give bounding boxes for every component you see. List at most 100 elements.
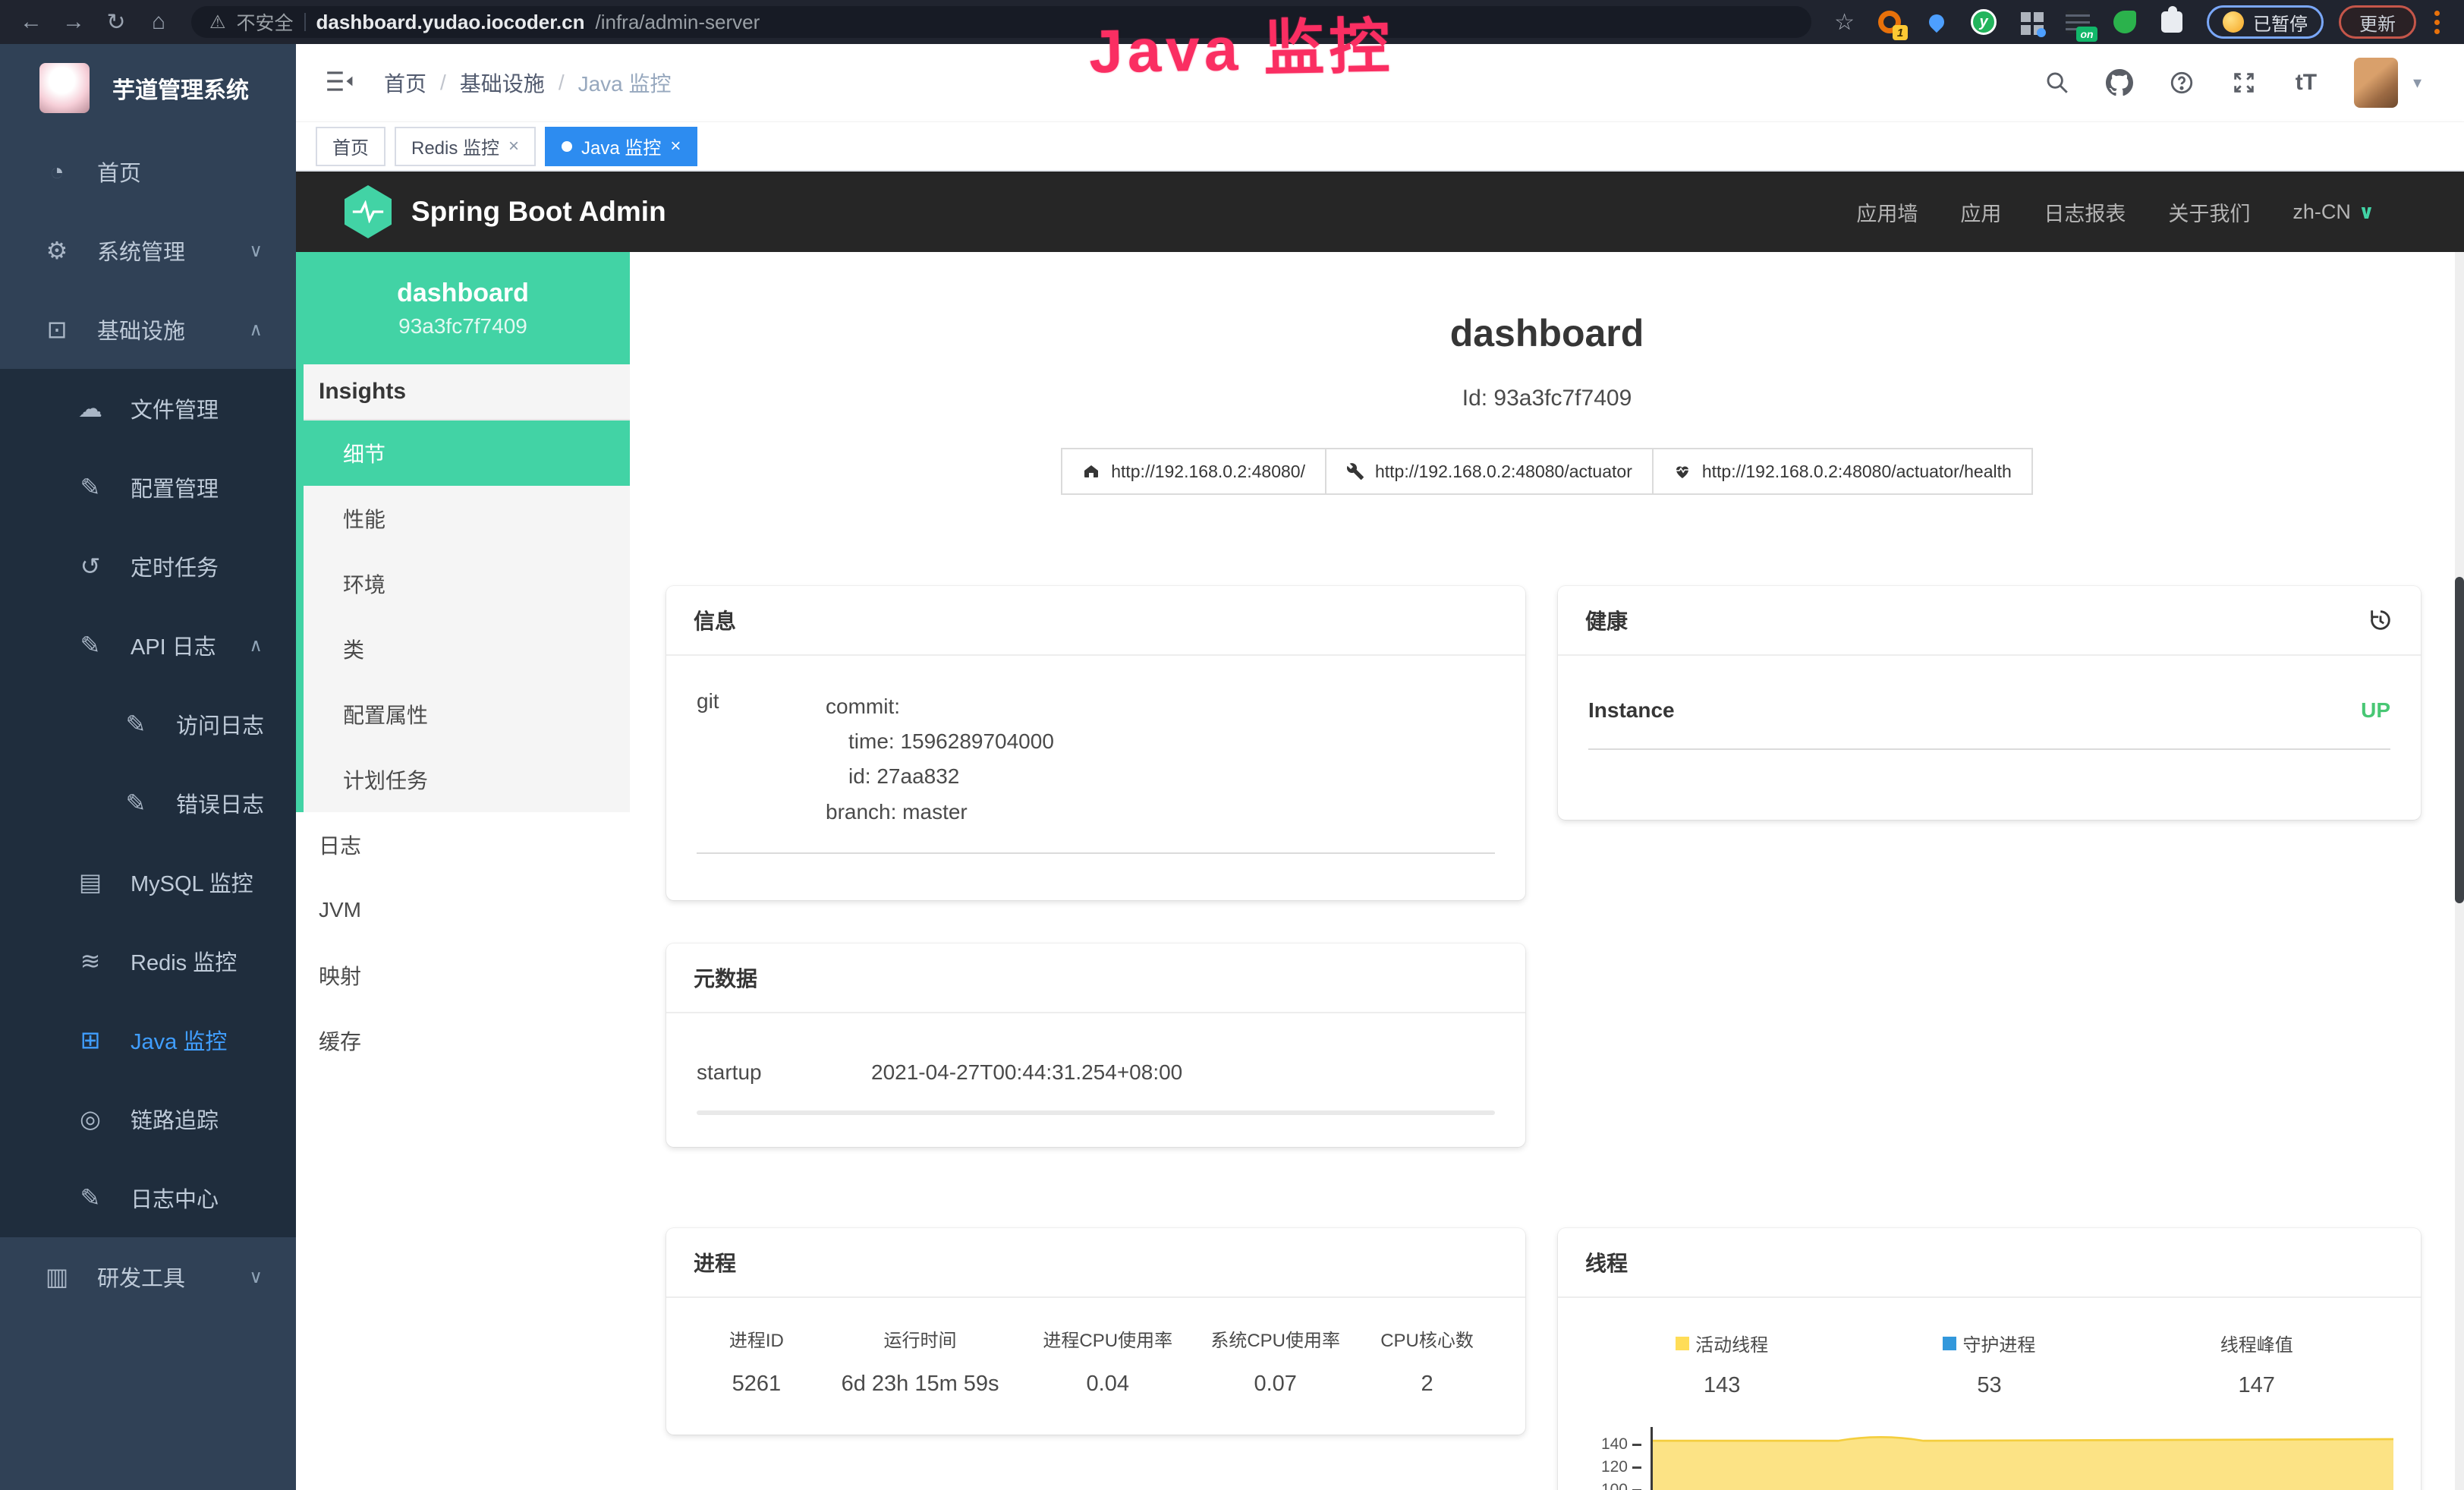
sidebar-item-home[interactable]: ◔ 首页 (0, 132, 296, 211)
sidebar-item-infra[interactable]: ⊡ 基础设施 ∧ (0, 290, 296, 369)
sidebar-item-tracing[interactable]: ◎ 链路追踪 (0, 1079, 296, 1158)
tab-redis-monitor[interactable]: Redis 监控 × (395, 127, 536, 166)
monitor-icon: ⊡ (42, 315, 71, 344)
wrench-icon (1346, 462, 1364, 480)
menu-item-classes[interactable]: 类 (304, 616, 630, 682)
extension-refresh-icon[interactable]: 1 (1876, 8, 1903, 36)
threads-card-body: 活动线程 143 守护进程 53 线程峰值 147 (1558, 1298, 2421, 1398)
page-scrollbar-track[interactable] (2455, 252, 2464, 1490)
history-refresh-icon[interactable] (2368, 607, 2393, 633)
close-icon[interactable]: × (670, 136, 681, 157)
health-url-button[interactable]: http://192.168.0.2:48080/actuator/health (1652, 448, 2033, 495)
instance-header[interactable]: dashboard 93a3fc7f7409 (296, 252, 630, 364)
spring-boot-admin-logo[interactable] (345, 185, 392, 238)
sidebar-item-api-log[interactable]: ✎ API 日志 ∧ (0, 606, 296, 685)
menu-item-logs[interactable]: 日志 (296, 812, 630, 877)
menu-item-scheduled-tasks[interactable]: 计划任务 (304, 747, 630, 812)
process-card: 进程 进程ID 运行时间 进程CPU使用率 系统CPU使用率 CPU核心数 52… (666, 1228, 1525, 1435)
breadcrumb-home[interactable]: 首页 (384, 68, 426, 98)
address-bar[interactable]: ⚠ 不安全 dashboard.yudao.iocoder.cn /infra/… (191, 6, 1811, 38)
page-scrollbar-thumb[interactable] (2455, 577, 2464, 903)
menu-item-mappings[interactable]: 映射 (296, 943, 630, 1008)
menu-item-details[interactable]: 细节 (304, 421, 630, 486)
live-threads-stat: 活动线程 143 (1588, 1330, 1855, 1398)
app-logo-image (39, 63, 90, 113)
browser-menu-icon[interactable] (2434, 11, 2440, 34)
sidebar-item-label: Java 监控 (131, 1024, 227, 1056)
user-menu-caret-icon[interactable]: ▾ (2413, 73, 2422, 93)
sidebar-item-label: 定时任务 (131, 550, 219, 582)
sidebar-item-file-manage[interactable]: ☁ 文件管理 (0, 369, 296, 448)
extension-switch-icon[interactable]: on (2064, 8, 2091, 36)
val-system-cpu: 0.07 (1191, 1372, 1359, 1397)
insights-section-title: Insights (304, 364, 630, 421)
app-logo-row[interactable]: 芋道管理系统 (0, 44, 296, 132)
java-monitor-icon: ⊞ (76, 1025, 105, 1054)
back-icon[interactable]: ← (14, 9, 49, 35)
sba-body: dashboard 93a3fc7f7409 Insights 细节 性能 环境… (296, 252, 2464, 1490)
extension-grid-icon[interactable] (2017, 8, 2044, 36)
health-instance-row[interactable]: Instance UP (1588, 698, 2390, 750)
process-card-title: 进程 (694, 1247, 736, 1277)
live-threads-value: 143 (1588, 1373, 1855, 1398)
github-icon[interactable] (2105, 68, 2134, 97)
bookmark-star-icon[interactable]: ☆ (1834, 9, 1855, 36)
extension-leaf-icon[interactable] (2111, 8, 2138, 36)
instance-id: 93a3fc7f7409 (398, 314, 527, 339)
edit-icon: ✎ (76, 473, 105, 502)
paused-label: 已暂停 (2253, 9, 2308, 36)
tab-java-monitor[interactable]: Java 监控 × (545, 127, 697, 166)
reload-icon[interactable]: ↻ (99, 9, 134, 36)
chrome-update-button[interactable]: 更新 (2339, 5, 2416, 39)
sidebar-item-access-log[interactable]: ✎ 访问日志 (0, 685, 296, 764)
y-tick-120: 120 (1591, 1458, 1641, 1476)
close-icon[interactable]: × (508, 136, 519, 157)
menu-item-caches[interactable]: 缓存 (296, 1008, 630, 1073)
sidebar-item-system[interactable]: ⚙ 系统管理 ∨ (0, 211, 296, 290)
chevron-down-icon: ∨ (249, 1266, 263, 1288)
breadcrumb-separator: / (440, 71, 446, 95)
menu-item-metrics[interactable]: 性能 (304, 486, 630, 551)
health-card: 健康 Instance UP (1558, 586, 2421, 820)
metadata-card-header: 元数据 (666, 943, 1525, 1013)
search-icon[interactable] (2043, 68, 2072, 97)
forward-icon[interactable]: → (56, 9, 91, 35)
font-size-icon[interactable]: tT (2292, 68, 2321, 97)
sidebar-item-dev-tools[interactable]: ▥ 研发工具 ∨ (0, 1237, 296, 1316)
breadcrumb-current: Java 监控 (578, 68, 672, 98)
service-url-button[interactable]: http://192.168.0.2:48080/ (1061, 448, 1326, 495)
home-icon[interactable]: ⌂ (141, 9, 176, 35)
live-threads-label: 活动线程 (1695, 1330, 1768, 1356)
extension-y-icon[interactable]: y (1970, 8, 1997, 36)
tab-home[interactable]: 首页 (316, 127, 385, 166)
sidebar-item-scheduled-jobs[interactable]: ↺ 定时任务 (0, 527, 296, 606)
extensions-puzzle-icon[interactable] (2158, 8, 2186, 36)
sidebar-item-error-log[interactable]: ✎ 错误日志 (0, 764, 296, 843)
sba-nav-journal[interactable]: 日志报表 (2044, 197, 2126, 227)
sidebar-collapse-icon[interactable] (325, 68, 354, 98)
user-avatar[interactable] (2354, 58, 2398, 108)
sba-nav-applications[interactable]: 应用 (1960, 197, 2001, 227)
sba-nav-about[interactable]: 关于我们 (2168, 197, 2250, 227)
sba-brand-title[interactable]: Spring Boot Admin (411, 196, 666, 228)
extension-pin-icon[interactable] (1923, 8, 1950, 36)
eye-icon: ◎ (76, 1104, 105, 1133)
sidebar-item-label: API 日志 (131, 629, 216, 661)
sba-locale-select[interactable]: zh-CN ∨ (2292, 200, 2374, 224)
menu-item-config-props[interactable]: 配置属性 (304, 682, 630, 747)
breadcrumb-infra[interactable]: 基础设施 (460, 68, 545, 98)
fullscreen-icon[interactable] (2230, 68, 2258, 97)
threads-card-header: 线程 (1558, 1228, 2421, 1298)
sidebar-item-java-monitor[interactable]: ⊞ Java 监控 (0, 1000, 296, 1079)
menu-item-jvm[interactable]: JVM (296, 877, 630, 943)
menu-item-environment[interactable]: 环境 (304, 551, 630, 616)
sidebar-item-mysql-monitor[interactable]: ▤ MySQL 监控 (0, 843, 296, 921)
sidebar-item-log-center[interactable]: ✎ 日志中心 (0, 1158, 296, 1237)
actuator-url-button[interactable]: http://192.168.0.2:48080/actuator (1325, 448, 1654, 495)
sidebar-item-config-manage[interactable]: ✎ 配置管理 (0, 448, 296, 527)
sba-nav-wallboard[interactable]: 应用墙 (1856, 197, 1918, 227)
profile-paused-pill[interactable]: 已暂停 (2207, 5, 2324, 39)
help-icon[interactable] (2167, 68, 2196, 97)
col-process-cpu: 进程CPU使用率 (1024, 1325, 1191, 1352)
sidebar-item-redis-monitor[interactable]: ≋ Redis 监控 (0, 921, 296, 1000)
